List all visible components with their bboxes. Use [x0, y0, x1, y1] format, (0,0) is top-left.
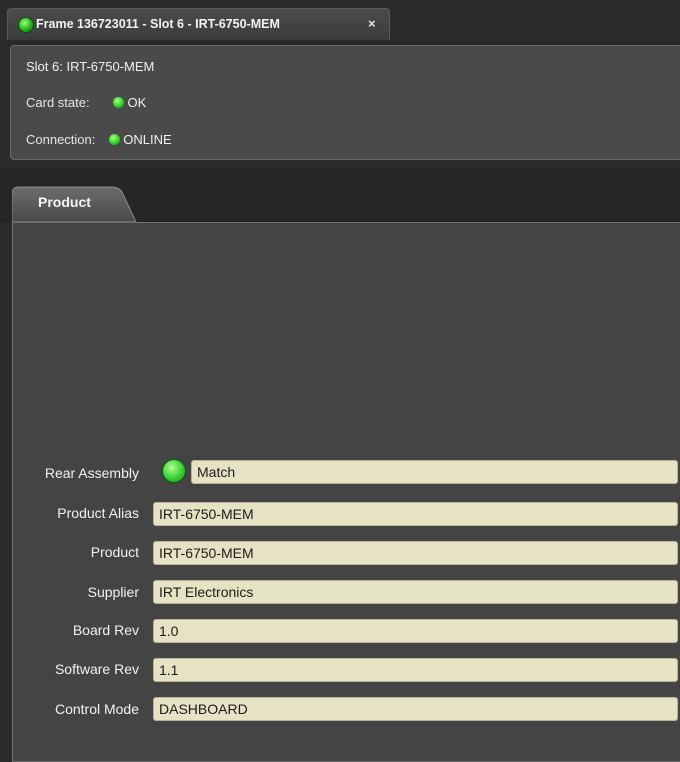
- slot-title: Slot 6: IRT-6750-MEM: [26, 59, 155, 74]
- status-led-icon: [18, 17, 34, 33]
- card-info-panel: Slot 6: IRT-6750-MEM Card state: OK Conn…: [10, 45, 680, 160]
- connection-label: Connection:: [26, 132, 96, 147]
- control-mode-value: DASHBOARD: [153, 697, 678, 721]
- card-state-label: Card state:: [26, 95, 90, 110]
- product-alias-value: IRT-6750-MEM: [153, 502, 678, 526]
- close-icon[interactable]: ×: [368, 16, 376, 31]
- software-rev-value: 1.1: [153, 658, 678, 682]
- frame-slot-tab-title: Frame 136723011 - Slot 6 - IRT-6750-MEM: [36, 17, 280, 31]
- tab-product[interactable]: Product: [12, 186, 137, 222]
- supplier-label: Supplier: [87, 584, 139, 600]
- connection-row: Connection: ONLINE: [26, 132, 172, 147]
- card-state-row: Card state: OK: [26, 95, 146, 110]
- tab-product-label: Product: [38, 194, 91, 210]
- product-label: Product: [90, 544, 139, 560]
- connection-value: ONLINE: [123, 132, 172, 147]
- rear-assembly-label: Rear Assembly: [44, 465, 139, 481]
- product-value: IRT-6750-MEM: [153, 541, 678, 565]
- window-tab-strip: Frame 136723011 - Slot 6 - IRT-6750-MEM …: [0, 0, 680, 42]
- card-state-value: OK: [127, 95, 147, 110]
- supplier-value: IRT Electronics: [153, 580, 678, 604]
- rear-assembly-value: Match: [191, 460, 678, 484]
- connection-led-icon: [108, 134, 120, 145]
- frame-slot-tab[interactable]: Frame 136723011 - Slot 6 - IRT-6750-MEM …: [7, 8, 390, 40]
- product-alias-label: Product Alias: [57, 505, 139, 521]
- control-mode-label: Control Mode: [54, 701, 139, 717]
- board-rev-label: Board Rev: [72, 622, 139, 638]
- board-rev-value: 1.0: [153, 619, 678, 643]
- software-rev-label: Software Rev: [54, 661, 139, 677]
- card-state-led-icon: [112, 97, 124, 108]
- rear-assembly-led-icon: [162, 459, 186, 483]
